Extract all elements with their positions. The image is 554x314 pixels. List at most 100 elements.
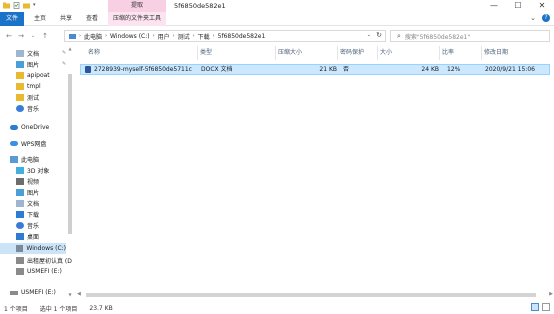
details-view-icon[interactable] [531, 303, 539, 311]
nav-item-wps-cloud[interactable]: WPS网盘 [10, 138, 46, 149]
column-size[interactable]: 大小 [378, 46, 440, 60]
column-name[interactable]: 名称 [86, 46, 198, 60]
downloads-icon [16, 211, 24, 218]
file-size: 24 KB [421, 66, 439, 73]
ribbon-expand-icon[interactable]: ⌄ [530, 14, 536, 22]
nav-item-label: Windows (C:) [26, 245, 66, 252]
nav-item-usb-drive[interactable]: USMEFI (E:) [10, 287, 56, 298]
tab-home[interactable]: 主页 [28, 12, 52, 26]
music-icon [16, 222, 24, 229]
nav-item-tmpl[interactable]: tmpl [16, 81, 41, 92]
nav-item-documents[interactable]: 文档 [16, 198, 39, 209]
up-icon[interactable]: ↑ [40, 31, 50, 41]
drive-c-icon [16, 245, 24, 252]
nav-item-drive-d[interactable]: 出租屋初认真 (D [16, 255, 72, 266]
drive-icon [16, 268, 24, 275]
tab-view[interactable]: 查看 [80, 12, 104, 26]
nav-item-drive-e[interactable]: USMEFI (E:) [16, 266, 62, 277]
search-box[interactable]: ⌕ 搜索"5f6850de582e1" [390, 30, 550, 42]
nav-item-onedrive[interactable]: OneDrive [10, 122, 49, 133]
nav-item-label: 文档 [27, 51, 40, 58]
address-row: ← → ⌄ ↑ › 此电脑 › Windows (C:) › 用户 › 测试 ›… [0, 28, 554, 44]
minimize-button[interactable]: — [482, 0, 506, 12]
nav-item-label: 测试 [27, 95, 40, 102]
tab-file[interactable]: 文件 [0, 12, 24, 26]
forward-icon[interactable]: → [16, 31, 26, 41]
nav-item-desktop[interactable]: 桌面 [16, 231, 39, 242]
nav-item-videos[interactable]: 视频 [16, 176, 39, 187]
nav-item-test[interactable]: 测试 [16, 92, 39, 103]
nav-item-label: 视频 [27, 179, 40, 186]
quick-access-toolbar: ▾ [3, 2, 40, 9]
file-name: 2728939-myself-5f6850de5711c [94, 66, 192, 73]
nav-item-downloads[interactable]: 下载 [16, 209, 39, 220]
folder-icon [16, 72, 24, 79]
breadcrumb-downloads[interactable]: 下载 [198, 32, 210, 41]
close-button[interactable]: ✕ [530, 0, 554, 12]
tab-share[interactable]: 共享 [54, 12, 78, 26]
nav-item-label: 文档 [27, 201, 40, 208]
usb-drive-icon [10, 290, 18, 295]
column-compressed-size[interactable]: 压缩大小 [276, 46, 338, 60]
search-input[interactable]: 搜索"5f6850de582e1" [405, 32, 470, 41]
maximize-button[interactable]: ☐ [506, 0, 530, 12]
nav-item-apipoat[interactable]: apipoat [16, 70, 50, 81]
scroll-left-icon[interactable]: ◀ [77, 291, 81, 297]
status-item-count: 1 个项目 [4, 305, 28, 313]
ribbon: 文件 主页 共享 查看 压缩的文件夹工具 ⌄ ? [0, 12, 554, 26]
column-ratio[interactable]: 比率 [440, 46, 482, 60]
onedrive-icon [10, 125, 18, 130]
refresh-icon[interactable]: ↻ [376, 31, 382, 39]
nav-item-3d-objects[interactable]: 3D 对象 [16, 165, 49, 176]
recent-locations-icon[interactable]: ⌄ [28, 31, 38, 41]
nav-item-music-quick[interactable]: 音乐 [16, 103, 39, 114]
properties-icon[interactable] [13, 2, 20, 9]
pictures-icon [16, 61, 24, 68]
docx-file-icon [85, 66, 91, 73]
large-icons-view-icon[interactable] [542, 303, 550, 311]
breadcrumb-test[interactable]: 测试 [178, 32, 190, 41]
tab-compressed-folder-tools[interactable]: 压缩的文件夹工具 [108, 12, 166, 26]
nav-item-label: 此电脑 [21, 157, 40, 164]
column-modified[interactable]: 修改日期 [482, 46, 550, 60]
scroll-right-icon[interactable]: ▶ [549, 291, 553, 297]
breadcrumb-separator: › [172, 33, 175, 39]
nav-item-label: OneDrive [21, 124, 50, 131]
this-pc-icon [10, 156, 18, 163]
column-type[interactable]: 类型 [198, 46, 276, 60]
breadcrumb-current[interactable]: 5f6850de582e1 [218, 33, 266, 40]
nav-scrollbar-thumb[interactable] [68, 74, 72, 234]
breadcrumb-separator: › [212, 33, 215, 39]
scroll-down-icon[interactable]: ▼ [67, 292, 73, 297]
nav-item-label: 桌面 [27, 234, 40, 241]
address-dropdown-icon[interactable]: ⌄ [367, 32, 371, 38]
nav-item-label: WPS网盘 [21, 141, 47, 148]
column-password[interactable]: 密码保护 [338, 46, 378, 60]
nav-item-music[interactable]: 音乐 [16, 220, 39, 231]
new-folder-icon[interactable] [23, 2, 30, 9]
address-bar[interactable]: › 此电脑 › Windows (C:) › 用户 › 测试 › 下载 › 5f… [64, 30, 386, 42]
nav-item-this-pc[interactable]: 此电脑 [10, 154, 39, 165]
table-row[interactable]: 2728939-myself-5f6850de5711c DOCX 文档 21 … [80, 64, 550, 75]
breadcrumb-users[interactable]: 用户 [158, 32, 170, 41]
pc-icon [69, 33, 76, 39]
pictures-icon [16, 189, 24, 196]
breadcrumb-this-pc[interactable]: 此电脑 [84, 32, 102, 41]
qat-dropdown-icon[interactable]: ▾ [33, 2, 40, 9]
scroll-up-icon[interactable]: ▲ [67, 46, 73, 51]
column-header: 名称 类型 压缩大小 密码保护 大小 比率 修改日期 [76, 46, 554, 60]
breadcrumb-separator: › [152, 33, 155, 39]
horizontal-scrollbar-thumb[interactable] [86, 293, 536, 297]
nav-item-label: tmpl [27, 83, 41, 90]
back-icon[interactable]: ← [4, 31, 14, 41]
nav-item-pictures-pinned[interactable]: 图片 ✎ [16, 59, 66, 70]
nav-item-drive-c[interactable]: Windows (C:) [0, 243, 66, 254]
nav-scrollbar[interactable]: ▲ ▼ [67, 46, 73, 302]
nav-item-documents-pinned[interactable]: 文档 ✎ [16, 48, 66, 59]
horizontal-scrollbar[interactable]: ◀ ▶ [76, 291, 554, 299]
breadcrumb-drive-c[interactable]: Windows (C:) [110, 33, 150, 40]
nav-item-pictures[interactable]: 图片 [16, 187, 39, 198]
file-compressed-size: 21 KB [319, 66, 337, 73]
context-tab-header: 提取 [108, 0, 166, 12]
help-icon[interactable]: ? [542, 14, 550, 22]
